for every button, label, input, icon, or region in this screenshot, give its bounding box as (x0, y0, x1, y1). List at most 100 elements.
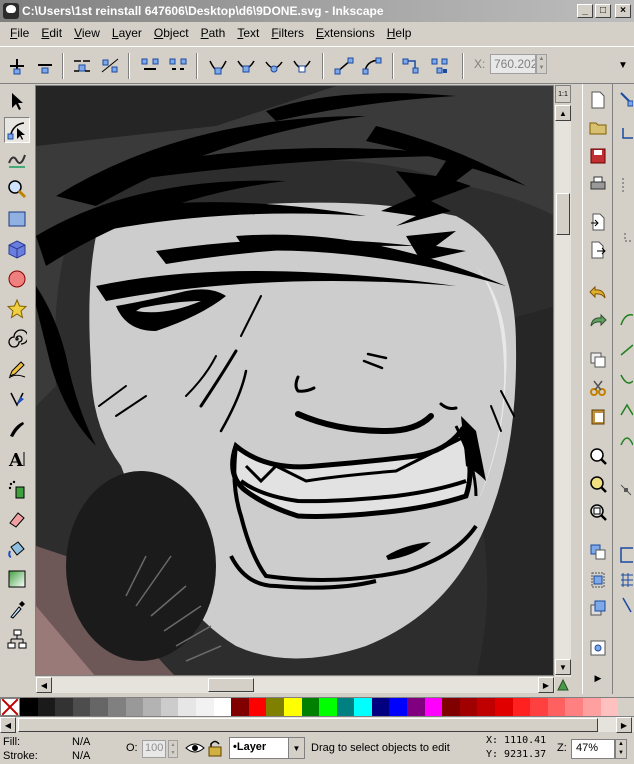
zoom-selection-icon[interactable] (587, 445, 609, 467)
palette-swatch[interactable] (407, 698, 425, 716)
zoom-1-to-1-button[interactable]: 1:1 (555, 85, 571, 103)
palette-swatch[interactable] (266, 698, 284, 716)
palette-swatch[interactable] (248, 698, 267, 716)
3d-box-tool-icon[interactable] (4, 236, 30, 262)
palette-swatch[interactable] (424, 698, 443, 716)
palette-swatch[interactable] (72, 698, 91, 716)
snap-cusp-nodes-icon[interactable] (615, 399, 634, 421)
palette-swatch[interactable] (213, 698, 232, 716)
opacity-spinner[interactable]: ▲ ▼ (168, 740, 178, 758)
maximize-button[interactable]: □ (595, 4, 611, 18)
color-manage-icon[interactable] (556, 678, 570, 692)
rectangle-tool-icon[interactable] (4, 206, 30, 232)
auto-smooth-node-icon[interactable] (290, 54, 314, 78)
delete-segment-icon[interactable] (166, 54, 190, 78)
palette-scrollbar[interactable]: ◀ ▶ (0, 716, 634, 733)
selector-tool-icon[interactable] (4, 88, 30, 114)
pencil-tool-icon[interactable] (4, 356, 30, 382)
dropper-tool-icon[interactable] (4, 596, 30, 622)
palette-swatch[interactable] (319, 698, 337, 716)
horizontal-scroll-thumb[interactable] (208, 678, 254, 692)
object-to-path-icon[interactable] (400, 54, 424, 78)
snap-path-intersection-icon[interactable] (615, 369, 634, 391)
snap-page-border-icon[interactable] (615, 544, 634, 566)
snap-paths-icon[interactable] (615, 339, 634, 361)
snap-bbox-edge-icon[interactable] (615, 174, 634, 196)
lock-icon[interactable] (207, 739, 223, 760)
tweak-tool-icon[interactable] (4, 146, 30, 172)
palette-swatch[interactable] (442, 698, 460, 716)
snap-smooth-nodes-icon[interactable] (615, 429, 634, 451)
paint-bucket-tool-icon[interactable] (4, 536, 30, 562)
open-file-icon[interactable] (587, 117, 609, 139)
palette-swatch[interactable] (477, 698, 496, 716)
snap-guides-icon[interactable] (615, 594, 634, 616)
snap-midpoints-icon[interactable] (615, 479, 634, 501)
palette-swatch[interactable] (37, 698, 56, 716)
vertical-scroll-thumb[interactable] (556, 193, 570, 235)
snap-bbox-icon[interactable] (615, 124, 634, 146)
drawing-canvas[interactable] (35, 85, 554, 676)
spray-tool-icon[interactable] (4, 476, 30, 502)
snap-enable-icon[interactable] (615, 89, 634, 111)
toggle-visibility-eye-icon[interactable] (185, 740, 205, 759)
snap-grids-icon[interactable] (615, 569, 634, 591)
node-tool-icon[interactable] (4, 117, 30, 143)
text-tool-icon[interactable]: A (4, 446, 30, 472)
palette-scroll-left-arrow-icon[interactable]: ◀ (0, 717, 16, 733)
layer-selector[interactable]: •Layer ▼ (229, 737, 305, 759)
import-icon[interactable] (587, 211, 609, 233)
menu-layer[interactable]: Layer (106, 26, 148, 40)
scroll-down-arrow-icon[interactable]: ▼ (555, 659, 571, 675)
menu-file[interactable]: File (4, 26, 35, 40)
spiral-tool-icon[interactable] (4, 326, 30, 352)
new-document-icon[interactable] (587, 89, 609, 111)
calligraphy-tool-icon[interactable] (4, 416, 30, 442)
palette-swatch[interactable] (125, 698, 144, 716)
zoom-input[interactable]: 47% (571, 739, 615, 759)
zoom-tool-icon[interactable] (4, 176, 30, 202)
connector-tool-icon[interactable] (4, 626, 30, 652)
segment-to-curve-icon[interactable] (360, 54, 384, 78)
fill-value[interactable]: N/A (72, 736, 90, 748)
menu-path[interactable]: Path (195, 26, 232, 40)
insert-node-icon[interactable] (5, 54, 29, 78)
join-nodes-icon[interactable] (70, 54, 94, 78)
palette-swatch[interactable] (55, 698, 73, 716)
palette-swatch[interactable] (354, 698, 372, 716)
palette-swatch[interactable] (301, 698, 320, 716)
palette-swatch[interactable] (495, 698, 513, 716)
zoom-page-icon[interactable] (587, 501, 609, 523)
ellipse-tool-icon[interactable] (4, 266, 30, 292)
x-coordinate-spinner[interactable]: ▲ ▼ (536, 54, 547, 74)
palette-swatch[interactable] (195, 698, 214, 716)
zoom-drawing-icon[interactable] (587, 473, 609, 495)
bezier-pen-tool-icon[interactable] (4, 386, 30, 412)
eraser-tool-icon[interactable] (4, 506, 30, 532)
palette-swatch[interactable] (583, 698, 601, 716)
duplicate-icon[interactable] (587, 349, 609, 371)
menu-help[interactable]: Help (381, 26, 418, 40)
cusp-node-icon[interactable] (206, 54, 230, 78)
xml-editor-icon[interactable] (587, 637, 609, 659)
palette-swatch[interactable] (231, 698, 249, 716)
opacity-input[interactable]: 100 (142, 740, 166, 758)
menu-object[interactable]: Object (148, 26, 195, 40)
scroll-right-arrow-icon[interactable]: ▶ (538, 677, 554, 693)
menu-extensions[interactable]: Extensions (310, 26, 381, 40)
menu-text[interactable]: Text (231, 26, 265, 40)
stroke-value[interactable]: N/A (72, 750, 90, 762)
redo-icon[interactable] (587, 309, 609, 331)
palette-swatch[interactable] (389, 698, 408, 716)
scroll-left-arrow-icon[interactable]: ◀ (36, 677, 52, 693)
save-icon[interactable] (587, 145, 609, 167)
snap-nodes-icon[interactable] (615, 309, 634, 331)
palette-scroll-right-arrow-icon[interactable]: ▶ (616, 717, 632, 733)
palette-swatch[interactable] (90, 698, 108, 716)
palette-swatch[interactable] (20, 698, 38, 716)
undo-icon[interactable] (587, 281, 609, 303)
palette-swatch[interactable] (143, 698, 161, 716)
palette-swatch[interactable] (512, 698, 531, 716)
ungroup-icon[interactable] (587, 569, 609, 591)
group-icon[interactable] (587, 541, 609, 563)
